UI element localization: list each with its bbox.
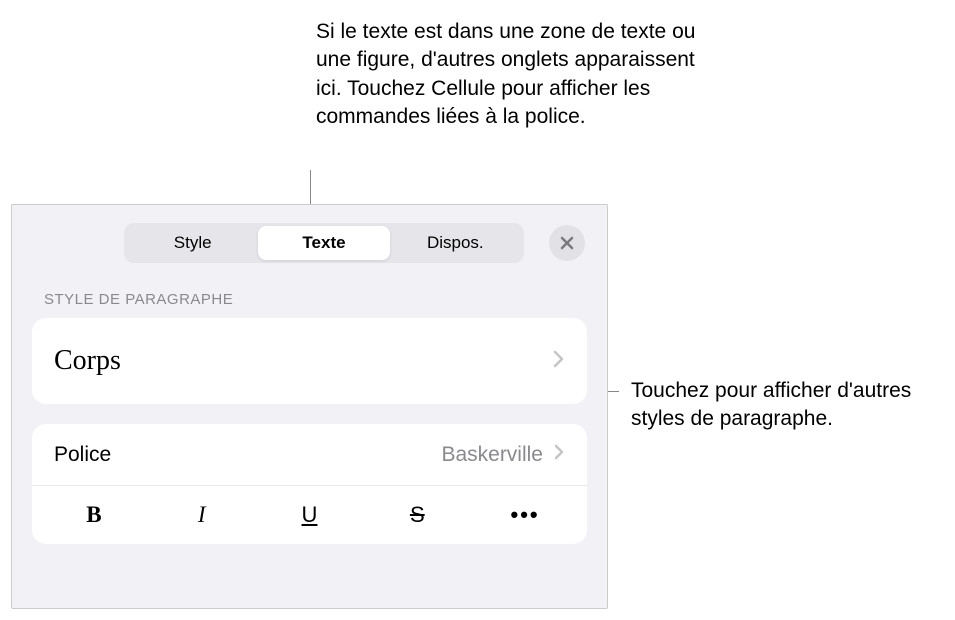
paragraph-style-card: Corps — [32, 318, 587, 404]
segmented-control: Style Texte Dispos. — [124, 223, 524, 263]
callout-paragraph-styles: Touchez pour afficher d'autres styles de… — [631, 377, 941, 434]
panel-header: Style Texte Dispos. — [12, 205, 607, 277]
chevron-right-icon — [553, 443, 565, 466]
bold-button[interactable]: B — [40, 486, 148, 544]
underline-button[interactable]: U — [256, 486, 364, 544]
font-card: Police Baskerville B I U S ••• — [32, 424, 587, 544]
format-panel: Style Texte Dispos. STYLE DE PARAGRAPHE … — [11, 204, 608, 609]
font-row[interactable]: Police Baskerville — [32, 424, 587, 486]
close-button[interactable] — [549, 225, 585, 261]
font-value: Baskerville — [441, 443, 543, 467]
chevron-right-icon — [551, 349, 565, 374]
more-options-button[interactable]: ••• — [471, 486, 579, 544]
font-label: Police — [54, 443, 111, 467]
tab-texte[interactable]: Texte — [258, 226, 389, 260]
paragraph-style-section-label: STYLE DE PARAGRAPHE — [12, 277, 607, 318]
strikethrough-button[interactable]: S — [363, 486, 471, 544]
italic-button[interactable]: I — [148, 486, 256, 544]
text-style-row: B I U S ••• — [32, 486, 587, 544]
paragraph-style-row[interactable]: Corps — [32, 318, 587, 404]
paragraph-style-current: Corps — [54, 345, 121, 377]
tab-dispos[interactable]: Dispos. — [390, 226, 521, 260]
tab-style[interactable]: Style — [127, 226, 258, 260]
close-icon — [559, 235, 575, 251]
more-icon: ••• — [511, 502, 540, 528]
callout-tabs-explanation: Si le texte est dans une zone de texte o… — [316, 18, 696, 131]
